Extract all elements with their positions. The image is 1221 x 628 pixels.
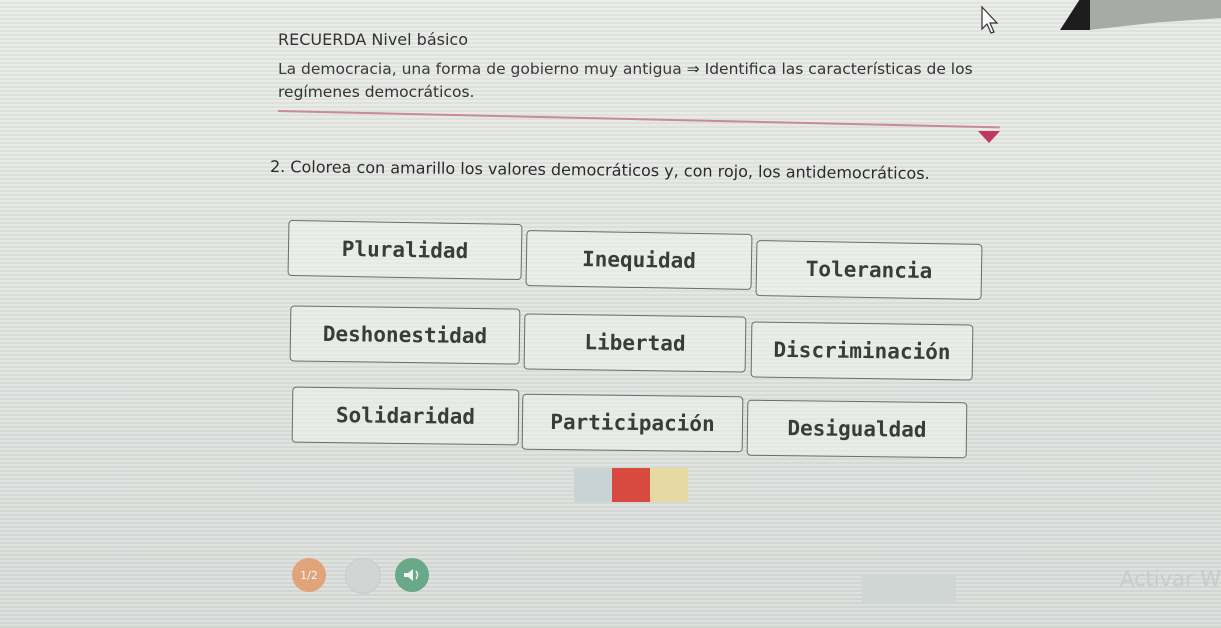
word-card-libertad[interactable]: Libertad [523, 313, 747, 373]
word-card-solidaridad[interactable]: Solidaridad [291, 386, 520, 446]
page-indicator: 1/2 [300, 568, 318, 582]
audio-icon[interactable] [395, 558, 429, 592]
activation-watermark: Activar W [1120, 567, 1221, 591]
color-palette [574, 468, 688, 502]
check-button[interactable] [862, 574, 956, 604]
word-card-discriminacion[interactable]: Discriminación [750, 321, 974, 381]
word-card-inequidad[interactable]: Inequidad [525, 230, 753, 290]
word-card-deshonestidad[interactable]: Deshonestidad [289, 305, 521, 365]
page-title: RECUERDA Nivel básico [278, 30, 468, 49]
help-icon[interactable] [345, 558, 381, 594]
background-object [1060, 0, 1221, 30]
breadcrumb-topic[interactable]: La democracia, una forma de gobierno muy… [278, 60, 682, 78]
swatch-red[interactable] [612, 468, 650, 502]
swatch-yellow[interactable] [650, 468, 688, 502]
question-text: 2. Colorea con amarillo los valores demo… [269, 157, 930, 183]
word-card-pluralidad[interactable]: Pluralidad [287, 219, 523, 281]
breadcrumb-arrow: ⇒ [686, 60, 700, 78]
collapse-triangle-icon[interactable] [978, 131, 1000, 143]
word-card-desigualdad[interactable]: Desigualdad [746, 399, 968, 459]
swatch-eraser[interactable] [574, 468, 612, 502]
mouse-cursor-icon [981, 5, 999, 34]
section-divider [277, 110, 1000, 129]
word-card-tolerancia[interactable]: Tolerancia [755, 240, 983, 300]
page-indicator-icon[interactable]: 1/2 [292, 558, 326, 592]
speaker-glyph [404, 569, 419, 581]
word-card-participacion[interactable]: Participación [521, 393, 744, 453]
breadcrumb: La democracia, una forma de gobierno muy… [278, 58, 1008, 104]
